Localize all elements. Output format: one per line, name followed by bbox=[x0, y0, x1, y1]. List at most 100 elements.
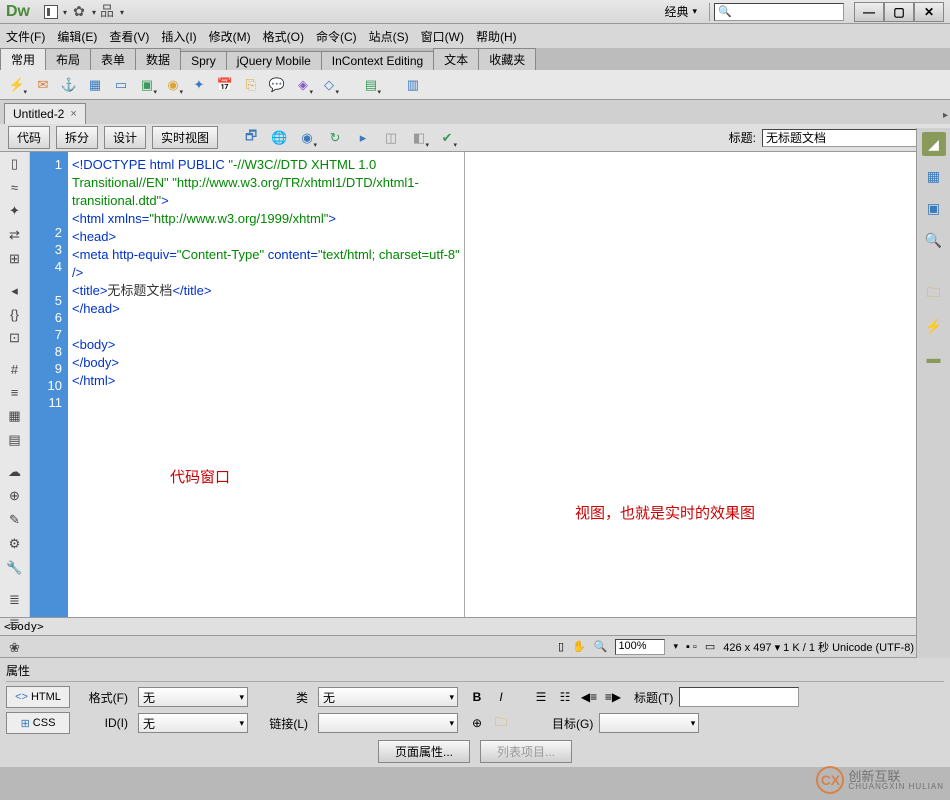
class-select[interactable]: 无 bbox=[318, 687, 458, 707]
ap-elements-panel-icon[interactable]: ▦ bbox=[922, 164, 946, 188]
live-view-button[interactable]: 实时视图 bbox=[152, 126, 218, 149]
indent-code-icon[interactable]: ⊕ bbox=[6, 488, 24, 504]
menu-insert[interactable]: 插入(I) bbox=[161, 28, 196, 45]
widget-icon[interactable]: ✦ bbox=[188, 74, 210, 96]
insert-tab-incontext[interactable]: InContext Editing bbox=[321, 51, 434, 70]
head-icon[interactable]: ◈ bbox=[292, 74, 314, 96]
menu-modify[interactable]: 修改(M) bbox=[209, 28, 251, 45]
outdent-code-icon[interactable]: ✎ bbox=[6, 512, 24, 528]
comment-icon[interactable]: 💬 bbox=[266, 74, 288, 96]
menu-commands[interactable]: 命令(C) bbox=[316, 28, 357, 45]
css-styles-panel-icon[interactable]: ◢ bbox=[922, 132, 946, 156]
menu-format[interactable]: 格式(O) bbox=[263, 28, 304, 45]
extension-menu-icon[interactable]: 品 bbox=[100, 5, 114, 19]
insert-tab-spry[interactable]: Spry bbox=[180, 51, 227, 70]
wrap-tag-icon[interactable]: ▦ bbox=[6, 408, 24, 424]
menu-file[interactable]: 文件(F) bbox=[6, 28, 45, 45]
design-view-button[interactable]: 设计 bbox=[104, 126, 146, 149]
recent-snippets-icon[interactable]: ▤ bbox=[6, 432, 24, 448]
tag-inspector-icon[interactable]: ▬ bbox=[922, 346, 946, 370]
insert-tab-common[interactable]: 常用 bbox=[0, 48, 46, 70]
ul-button[interactable]: ☰ bbox=[532, 688, 550, 706]
outdent-icon[interactable]: ≣ bbox=[6, 616, 24, 632]
balance-braces-icon[interactable]: ⊞ bbox=[6, 251, 24, 267]
select-tool-icon[interactable]: ▯ bbox=[558, 640, 564, 653]
settings-menu-icon[interactable]: ✿ bbox=[72, 5, 86, 19]
ol-button[interactable]: ☷ bbox=[556, 688, 574, 706]
remove-comment-icon[interactable]: ≡ bbox=[6, 385, 24, 400]
collapse-tag-icon[interactable]: ≈ bbox=[6, 180, 24, 195]
insert-div-icon[interactable]: ▭ bbox=[110, 74, 132, 96]
design-pane[interactable]: 视图，也就是实时的效果图 bbox=[465, 152, 950, 617]
menu-help[interactable]: 帮助(H) bbox=[476, 28, 517, 45]
browse-folder-icon[interactable]: 🗀 bbox=[492, 714, 510, 732]
zoom-tool-icon[interactable]: 🔍 bbox=[594, 640, 608, 653]
insert-tab-layout[interactable]: 布局 bbox=[45, 48, 91, 70]
visual-aids-icon[interactable]: ◧ bbox=[408, 127, 430, 149]
live-code-icon[interactable]: 🗗 bbox=[240, 127, 262, 149]
hyperlink-icon[interactable]: ⚡ bbox=[6, 74, 28, 96]
split-view-button[interactable]: 拆分 bbox=[56, 126, 98, 149]
target-select[interactable] bbox=[599, 713, 699, 733]
refresh-icon[interactable]: ↻ bbox=[324, 127, 346, 149]
close-button[interactable]: ✕ bbox=[914, 2, 944, 22]
code-editor[interactable]: <!DOCTYPE html PUBLIC "-//W3C//DTD XHTML… bbox=[68, 152, 464, 617]
highlight-invalid-icon[interactable]: {} bbox=[6, 307, 24, 322]
insert-tab-jquery[interactable]: jQuery Mobile bbox=[226, 51, 322, 70]
indent-icon[interactable]: ≣ bbox=[6, 592, 24, 608]
menu-site[interactable]: 站点(S) bbox=[369, 28, 409, 45]
format-select[interactable]: 无 bbox=[138, 687, 248, 707]
maximize-button[interactable]: ▢ bbox=[884, 2, 914, 22]
snippets-panel-icon[interactable]: ⚡ bbox=[922, 314, 946, 338]
id-select[interactable]: 无 bbox=[138, 713, 248, 733]
edit-options-icon[interactable]: ▪ ▫ bbox=[686, 641, 697, 653]
syntax-coloring-icon[interactable]: ⊡ bbox=[6, 330, 24, 346]
table-icon[interactable]: ▦ bbox=[84, 74, 106, 96]
move-css-icon[interactable]: ☁ bbox=[6, 464, 24, 480]
menu-view[interactable]: 查看(V) bbox=[109, 28, 149, 45]
format-source-icon[interactable]: ⚙ bbox=[6, 536, 24, 552]
title-attr-input[interactable] bbox=[679, 687, 799, 707]
indent-button[interactable]: ≡▶ bbox=[604, 688, 622, 706]
menu-window[interactable]: 窗口(W) bbox=[421, 28, 464, 45]
html-tab-button[interactable]: <>HTML bbox=[6, 686, 70, 708]
close-tab-icon[interactable]: × bbox=[70, 108, 76, 120]
bold-button[interactable]: B bbox=[468, 688, 486, 706]
minimize-button[interactable]: — bbox=[854, 2, 884, 22]
layout-menu-icon[interactable] bbox=[44, 5, 58, 19]
images-icon[interactable]: ▣ bbox=[136, 74, 158, 96]
open-documents-icon[interactable]: ▯ bbox=[6, 156, 24, 172]
date-icon[interactable]: 📅 bbox=[214, 74, 236, 96]
email-link-icon[interactable]: ✉ bbox=[32, 74, 54, 96]
search-input[interactable]: 🔍 bbox=[714, 3, 844, 21]
named-anchor-icon[interactable]: ⚓ bbox=[58, 74, 80, 96]
page-properties-button[interactable]: 页面属性... bbox=[378, 740, 470, 763]
panel-collapse-icon[interactable]: ▸ bbox=[943, 110, 948, 121]
point-to-file-icon[interactable]: ⊕ bbox=[468, 714, 486, 732]
expand-all-icon[interactable]: ✦ bbox=[6, 203, 24, 219]
select-parent-icon[interactable]: ⇄ bbox=[6, 227, 24, 243]
tag-selector[interactable]: <body> bbox=[0, 617, 950, 635]
file-management-icon[interactable]: ▸ bbox=[352, 127, 374, 149]
code-view-button[interactable]: 代码 bbox=[8, 126, 50, 149]
css-tab-button[interactable]: ⊞CSS bbox=[6, 712, 70, 734]
insert-tab-forms[interactable]: 表单 bbox=[90, 48, 136, 70]
check-page-icon[interactable]: ✔ bbox=[436, 127, 458, 149]
tag-chooser-icon[interactable]: ▥ bbox=[402, 74, 424, 96]
assets-panel-icon[interactable]: 🗀 bbox=[922, 282, 946, 306]
insert-tab-text[interactable]: 文本 bbox=[433, 48, 479, 70]
browser-preview-icon[interactable]: ◉ bbox=[296, 127, 318, 149]
link-input[interactable] bbox=[318, 713, 458, 733]
script-icon[interactable]: ◇ bbox=[318, 74, 340, 96]
workspace-switcher[interactable]: 经典 ▾ bbox=[664, 3, 697, 20]
italic-button[interactable]: I bbox=[492, 688, 510, 706]
code-nav-icon[interactable]: ❀ bbox=[6, 640, 24, 656]
menu-edit[interactable]: 编辑(E) bbox=[57, 28, 97, 45]
insert-tab-favorites[interactable]: 收藏夹 bbox=[478, 48, 536, 70]
apply-comment-icon[interactable]: # bbox=[6, 362, 24, 377]
document-tab[interactable]: Untitled-2 × bbox=[4, 103, 86, 124]
insert-tab-data[interactable]: 数据 bbox=[135, 48, 181, 70]
window-size-icon[interactable]: ▭ bbox=[705, 640, 715, 653]
business-catalyst-icon[interactable]: ▣ bbox=[922, 196, 946, 220]
hand-tool-icon[interactable]: ✋ bbox=[572, 640, 586, 653]
